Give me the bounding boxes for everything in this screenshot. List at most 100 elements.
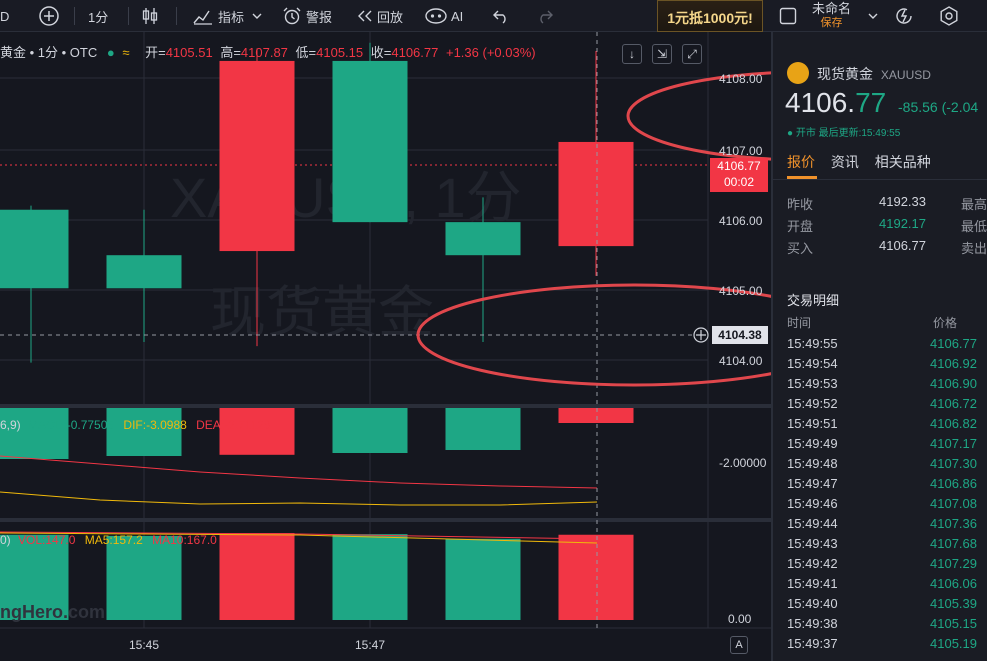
tab-news[interactable]: 资讯 (831, 154, 859, 170)
trade-time: 15:49:53 (787, 376, 838, 391)
crosshair-plus-icon[interactable] (693, 327, 709, 343)
price-tick: 4106.00 (719, 214, 763, 228)
stat-value: 4192.33 (879, 194, 926, 209)
ohlc-legend: 黄金 • 1分 • OTC ● ≈ 开=4105.51 高=4107.87 低=… (0, 42, 536, 61)
quote-price: 4106.77 -85.56 (-2.04 (785, 87, 978, 119)
trade-row: 15:49:38 4105.15 (787, 616, 977, 636)
layout-toggle-button[interactable] (778, 0, 798, 32)
price-chart[interactable]: XAUUSD, 1分 现货黄金 15:45 15:47 ngHero.com (0, 32, 771, 661)
trade-time: 15:49:46 (787, 496, 838, 511)
timeframe-button[interactable]: 1分 (88, 0, 108, 32)
trade-row: 15:49:49 4107.17 (787, 436, 977, 456)
last-price-value: 4106.77 (717, 159, 761, 173)
macd-axis-label: -2.00000 (719, 456, 767, 470)
auto-scale-button[interactable]: A (730, 636, 748, 654)
layout-name-button[interactable]: 未命名 保存 (812, 0, 851, 32)
trade-row: 15:49:37 4105.19 (787, 636, 977, 656)
market-open-dot-icon: ● (106, 45, 115, 60)
low-label: 低= (295, 45, 317, 60)
collapse-button[interactable]: ⇲ (652, 44, 672, 64)
maximize-icon: ⤢ (687, 46, 697, 61)
trade-time: 15:49:55 (787, 336, 838, 351)
ai-label: AI (451, 8, 464, 24)
square-icon (778, 6, 798, 26)
quote-name: 现货黄金 (817, 66, 873, 82)
chevron-down-icon (252, 12, 262, 20)
trade-row: 15:49:44 4107.36 (787, 516, 977, 536)
macd-bar (558, 408, 634, 423)
time-label: 15:47 (355, 638, 385, 652)
stat-row: 开盘 4192.17 最低 (787, 216, 987, 235)
stat-row: 买入 4106.77 卖出 (787, 238, 987, 257)
layout-menu-button[interactable] (868, 0, 878, 32)
replay-button[interactable]: 回放 (356, 0, 403, 32)
pane-separator[interactable] (0, 518, 771, 522)
dif-line (0, 491, 598, 506)
undo-button[interactable] (492, 0, 510, 32)
tab-quote[interactable]: 报价 (787, 154, 815, 170)
alarm-clock-icon (282, 6, 302, 26)
trade-row: 15:49:43 4107.68 (787, 536, 977, 556)
macd-bar (332, 408, 408, 453)
replay-label: 回放 (377, 9, 404, 25)
divider (773, 179, 987, 180)
toolbar-divider (128, 7, 129, 25)
symbol-legend-name[interactable]: 黄金 • 1分 • OTC (0, 45, 97, 60)
price-tail: 77 (855, 87, 887, 118)
candle-body[interactable] (106, 255, 182, 289)
macd-bar (0, 408, 69, 459)
time-label: 15:45 (129, 638, 159, 652)
crosshair-price-tag: 4104.38 (712, 326, 768, 344)
close-value: 4106.77 (391, 45, 439, 60)
symbol-button[interactable]: D (0, 0, 9, 32)
trade-time: 15:49:40 (787, 596, 838, 611)
trade-price: 4106.77 (930, 336, 977, 351)
high-label: 高= (220, 45, 241, 60)
price-tick: 4105.00 (719, 284, 763, 298)
candle-body[interactable] (0, 209, 69, 289)
trade-row: 15:49:42 4107.29 (787, 556, 977, 576)
quick-search-button[interactable] (894, 0, 914, 32)
trade-time: 15:49:47 (787, 476, 838, 491)
stat-value: 4106.77 (879, 238, 926, 253)
pane-separator[interactable] (0, 404, 771, 408)
candle-body[interactable] (332, 60, 408, 223)
ma5-value: MA5:157.2 (84, 533, 143, 547)
trade-price: 4106.92 (930, 356, 977, 371)
stat-label: 卖出 (961, 241, 987, 256)
settings-button[interactable] (938, 0, 960, 32)
ai-button[interactable]: AI (424, 0, 463, 32)
trade-price: 4107.17 (930, 436, 977, 451)
add-symbol-button[interactable] (38, 0, 60, 32)
alerts-label: 警报 (306, 9, 333, 25)
trade-row: 15:49:52 4106.72 (787, 396, 977, 416)
candle-body[interactable] (219, 60, 295, 252)
dea-value: DEA:-2.71128 (196, 418, 271, 432)
open-value: 4105.51 (165, 45, 213, 60)
trade-price: 4105.19 (930, 636, 977, 651)
trade-row: 15:49:53 4106.90 (787, 376, 977, 396)
chart-area[interactable]: XAUUSD, 1分 现货黄金 15:45 15:47 ngHero.com (0, 32, 771, 661)
arrow-down-icon: ↓ (629, 47, 635, 61)
redo-button[interactable] (536, 0, 554, 32)
alerts-button[interactable]: 警报 (282, 0, 332, 32)
wave-icon: ≈ (122, 45, 130, 60)
candle-body[interactable] (445, 222, 521, 256)
chart-type-button[interactable] (140, 0, 160, 32)
save-status: 保存 (820, 17, 843, 29)
ma10-value: MA10:167.0 (152, 533, 217, 547)
indicators-button[interactable]: 指标 (192, 0, 262, 32)
trades-title: 交易明细 (787, 293, 840, 308)
promo-banner[interactable]: 1元抵1000元! (657, 0, 763, 32)
col-price-header: 价格 (933, 316, 958, 330)
stat-label: 买入 (787, 241, 814, 256)
tab-related[interactable]: 相关品种 (875, 154, 931, 170)
change-value: +1.36 (+0.03%) (445, 45, 536, 60)
trade-price: 4105.15 (930, 616, 977, 631)
candle-body[interactable] (558, 141, 634, 247)
volume-bar (558, 534, 634, 620)
scroll-down-button[interactable]: ↓ (622, 44, 642, 64)
promo-text: 1元抵1000元! (667, 10, 753, 26)
lightning-gauge-icon (894, 6, 914, 26)
fullscreen-button[interactable]: ⤢ (682, 44, 702, 64)
